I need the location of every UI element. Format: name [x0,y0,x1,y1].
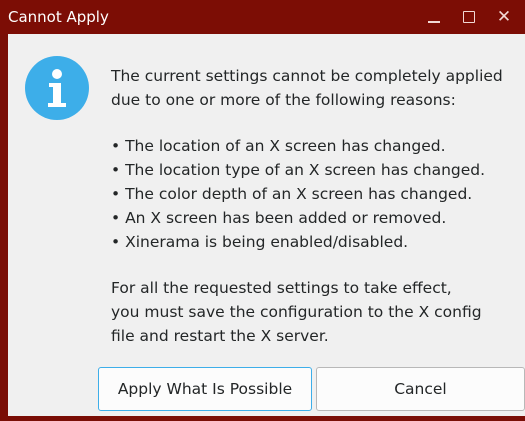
info-icon-stem [53,83,61,105]
info-icon [25,56,89,120]
window-title: Cannot Apply [8,8,109,26]
footer-line: For all the requested settings to take e… [111,279,452,297]
maximize-icon [463,11,475,23]
cancel-button[interactable]: Cancel [316,367,525,411]
titlebar[interactable]: Cannot Apply ✕ [0,0,525,34]
info-icon-dot [52,69,62,79]
footer-line: file and restart the X server. [111,327,329,345]
intro-line: due to one or more of the following reas… [111,91,456,109]
info-icon-serif-bottom [48,103,66,107]
minimize-icon [428,21,440,23]
footer-line: you must save the configuration to the X… [111,303,482,321]
close-button[interactable]: ✕ [493,7,515,29]
maximize-button[interactable] [460,7,478,29]
reason-item: • An X screen has been added or removed. [111,209,447,227]
cannot-apply-dialog: Cannot Apply ✕ The current settings cann… [0,0,525,421]
close-icon: ✕ [496,7,512,27]
intro-line: The current settings cannot be completel… [111,67,503,85]
apply-what-is-possible-button[interactable]: Apply What Is Possible [98,367,312,411]
message-text: The current settings cannot be completel… [111,64,525,348]
minimize-button[interactable] [426,7,444,29]
reason-item: • The location type of an X screen has c… [111,161,486,179]
dialog-body: The current settings cannot be completel… [8,34,525,416]
reason-item: • Xinerama is being enabled/disabled. [111,233,409,251]
reason-item: • The color depth of an X screen has cha… [111,185,473,203]
reason-item: • The location of an X screen has change… [111,137,446,155]
